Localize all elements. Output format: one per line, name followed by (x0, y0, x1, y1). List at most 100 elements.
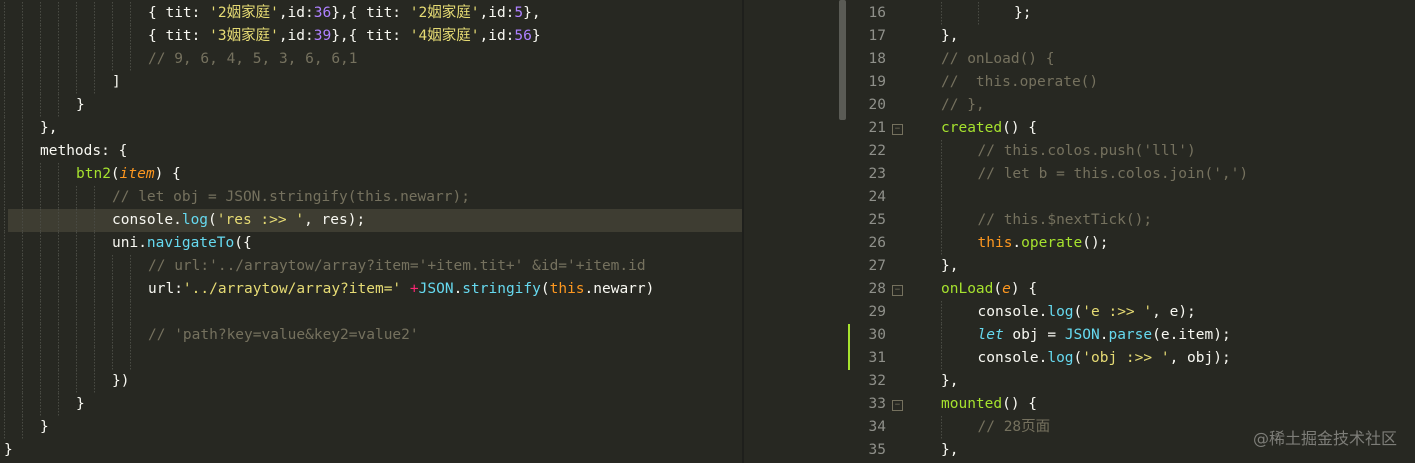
indent-guide (94, 2, 95, 25)
indent-guide (4, 94, 5, 117)
code-text: mounted() { (941, 393, 1037, 416)
code-line[interactable]: 23 // let b = this.colos.join(',') (848, 163, 1415, 186)
scrollbar-thumb[interactable] (839, 0, 846, 120)
code-token: }, (941, 28, 959, 44)
code-line[interactable]: }) (0, 370, 742, 393)
indent-guide (112, 301, 113, 324)
left-editor-pane[interactable]: { tit: '2姻家庭',id:36},{ tit: '2姻家庭',id:5}… (0, 0, 742, 463)
fold-toggle-icon[interactable]: − (892, 124, 903, 135)
code-token: 39 (313, 28, 332, 44)
indent-guide (4, 71, 5, 94)
line-number: 35 (868, 442, 886, 458)
indent-guide (4, 25, 5, 48)
indent-guide (94, 347, 95, 370)
code-line[interactable]: // let obj = JSON.stringify(this.newarr)… (0, 186, 742, 209)
code-text: }, (40, 117, 57, 140)
code-line[interactable]: } (0, 439, 742, 462)
fold-toggle-icon[interactable]: − (892, 285, 903, 296)
code-token: { tit: (148, 5, 210, 21)
code-line[interactable]: 30 let obj = JSON.parse(e.item); (848, 324, 1415, 347)
code-token: ] (112, 74, 121, 90)
code-text: console.log('res :>> ', res); (112, 209, 365, 232)
line-number: 25 (868, 212, 886, 228)
indent-guide (58, 278, 59, 301)
code-token: } (40, 419, 49, 435)
indent-guide (40, 163, 41, 186)
code-line[interactable]: 26 this.operate(); (848, 232, 1415, 255)
line-number: 30 (868, 327, 886, 343)
indent-guide (4, 232, 5, 255)
code-text: } (40, 416, 49, 439)
code-text: }, (941, 370, 958, 393)
code-token: // onLoad() { (941, 51, 1055, 67)
right-editor-pane[interactable]: 16}; 17}, 18// onLoad() {19// this.operate… (848, 0, 1415, 463)
code-line[interactable]: 29 console.log('e :>> ', e); (848, 301, 1415, 324)
code-line[interactable]: 25 // this.$nextTick(); (848, 209, 1415, 232)
code-text: // this.$nextTick(); (978, 209, 1153, 232)
indent-guide (94, 301, 95, 324)
indent-guide (94, 255, 95, 278)
indent-guide (22, 301, 23, 324)
code-token: stringify (462, 281, 541, 297)
code-token: '4姻家庭' (409, 28, 480, 44)
code-line[interactable]: 21− created() { (848, 117, 1415, 140)
indent-guide (22, 94, 23, 117)
code-text: // }, (941, 94, 985, 117)
code-line[interactable]: 20 // }, (848, 94, 1415, 117)
indent-guide (4, 2, 5, 25)
code-text: let obj = JSON.parse(e.item); (978, 324, 1231, 347)
fold-toggle-icon[interactable]: − (892, 400, 903, 411)
indent-guide (40, 324, 41, 347)
code-line[interactable]: }, (0, 117, 742, 140)
code-text: console.log('obj :>> ', obj); (978, 347, 1231, 370)
code-token: , obj); (1169, 350, 1231, 366)
line-number: 21 (868, 120, 886, 136)
indent-guide (76, 324, 77, 347)
code-line[interactable]: 24 (848, 186, 1415, 209)
code-token: ( (110, 166, 120, 182)
code-token: this (977, 235, 1013, 251)
indent-guide (112, 25, 113, 48)
indent-guide (4, 370, 5, 393)
code-line[interactable]: 16}; (848, 2, 1415, 25)
code-line[interactable]: 19 // this.operate() (848, 71, 1415, 94)
indent-guide (22, 2, 23, 25)
code-text: created() { (941, 117, 1037, 140)
code-line[interactable]: console.log('res :>> ', res); (8, 209, 742, 232)
left-editor-empty-space (744, 0, 838, 463)
code-token: (); (1082, 235, 1109, 251)
line-number: 29 (868, 304, 886, 320)
code-text: }, (941, 25, 958, 48)
code-line[interactable]: } (0, 393, 742, 416)
code-line[interactable]: 28− onLoad(e) { (848, 278, 1415, 301)
indent-guide (941, 324, 942, 347)
code-line[interactable]: 27}, (848, 255, 1415, 278)
code-line[interactable]: 32}, (848, 370, 1415, 393)
code-text: // let obj = JSON.stringify(this.newarr)… (112, 186, 470, 209)
code-token: }, (941, 442, 959, 458)
code-line[interactable]: uni.navigateTo({ (0, 232, 742, 255)
code-line[interactable]: } (0, 416, 742, 439)
code-token: '../arraytow/array?item=' (182, 281, 402, 297)
code-line[interactable]: } (0, 94, 742, 117)
code-line[interactable]: 33− mounted() { (848, 393, 1415, 416)
code-token: + (409, 281, 419, 297)
code-line[interactable]: ] (0, 71, 742, 94)
line-number: 16 (868, 5, 886, 21)
indent-guide (22, 255, 23, 278)
code-line[interactable]: methods: { (0, 140, 742, 163)
code-token: }, (941, 373, 959, 389)
code-token: ( (993, 281, 1003, 297)
indent-guide (76, 347, 77, 370)
code-line[interactable]: 18 // onLoad() { (848, 48, 1415, 71)
code-token: ,id: (479, 5, 515, 21)
code-line[interactable]: 17}, (848, 25, 1415, 48)
code-text: // let b = this.colos.join(',') (978, 163, 1249, 186)
line-number: 28 (868, 281, 886, 297)
indent-guide (58, 25, 59, 48)
code-line[interactable]: 22 // this.colos.push('lll') (848, 140, 1415, 163)
code-line[interactable]: btn2(item) { (0, 163, 742, 186)
line-number: 22 (868, 143, 886, 159)
indent-guide (4, 163, 5, 186)
code-line[interactable]: 31 console.log('obj :>> ', obj); (848, 347, 1415, 370)
